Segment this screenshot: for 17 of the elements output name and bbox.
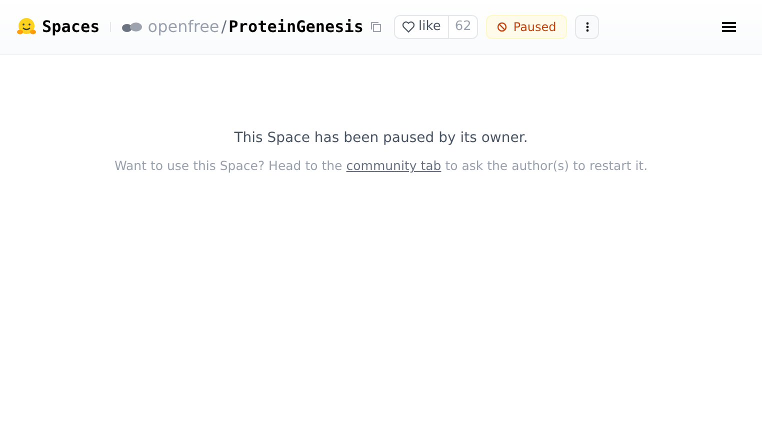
brand-name[interactable]: Spaces	[42, 15, 100, 39]
restart-hint: Want to use this Space? Head to the community tab to ask the author(s) to restart it.	[114, 157, 648, 175]
community-tab-link[interactable]: community tab	[346, 158, 442, 173]
like-label: like	[418, 18, 441, 36]
owner-avatar-icon	[120, 22, 143, 32]
vertical-dots-icon	[586, 22, 589, 32]
smiling-face-icon	[16, 17, 37, 37]
path-separator: /	[221, 16, 227, 38]
like-count: 62	[448, 16, 478, 38]
more-options-button[interactable]	[575, 15, 600, 39]
menu-icon[interactable]	[722, 21, 736, 33]
repo-name[interactable]: ProteinGenesis	[228, 15, 364, 39]
paused-message: This Space has been paused by its owner.	[234, 129, 528, 148]
status-label: Paused	[513, 19, 556, 36]
heart-icon	[402, 21, 415, 33]
like-button[interactable]: like 62	[394, 15, 478, 39]
blocked-icon	[497, 22, 508, 32]
